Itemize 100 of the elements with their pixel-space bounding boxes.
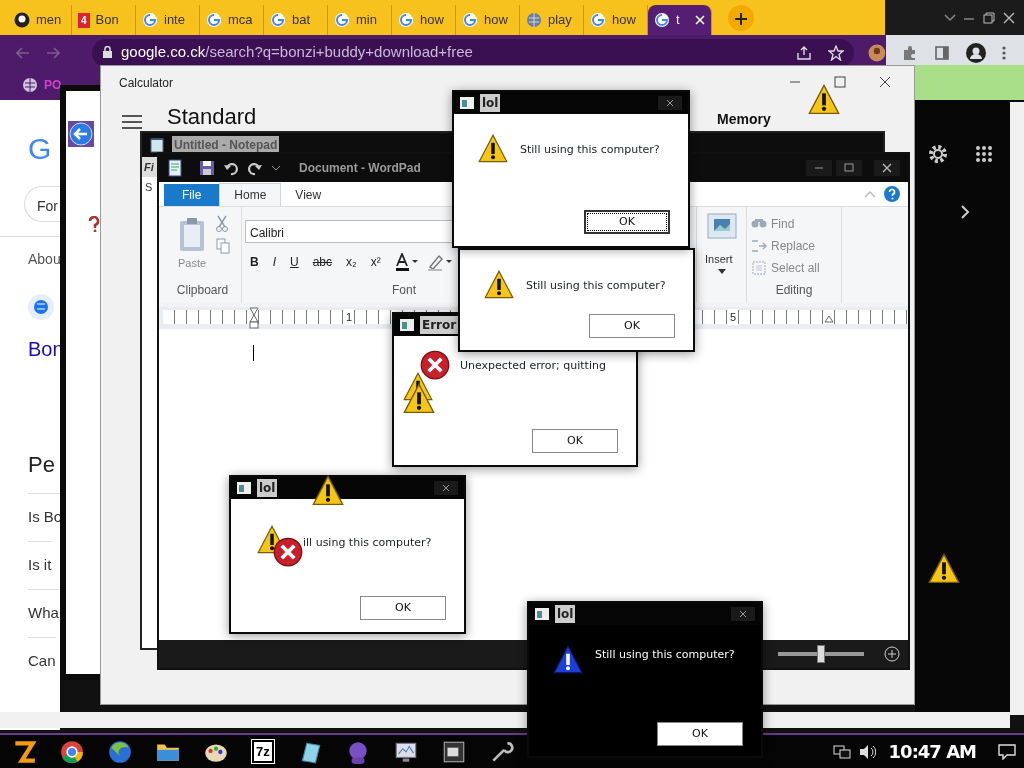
archiver-icon[interactable]: 7z <box>252 739 274 764</box>
warning-icon <box>808 84 840 116</box>
indent-marker-icon[interactable] <box>249 307 259 329</box>
close-icon[interactable] <box>658 96 682 110</box>
dialog-message: Still using this computer? <box>595 647 735 663</box>
warning-icon <box>403 383 435 415</box>
settings-icon[interactable] <box>927 143 949 165</box>
ribbon-tab[interactable]: View <box>281 184 336 206</box>
google-icon <box>334 12 350 28</box>
highlight-icon[interactable] <box>426 253 453 271</box>
menu-item[interactable]: Fi <box>142 161 154 173</box>
browser-tab[interactable]: t <box>648 5 712 35</box>
sidebar-icon[interactable] <box>934 44 951 61</box>
scrollbar[interactable] <box>1010 102 1024 715</box>
menu-icon[interactable] <box>1002 44 1007 61</box>
ok-button[interactable]: OK <box>589 314 675 338</box>
warning-icon <box>928 553 960 585</box>
help-icon[interactable] <box>88 216 100 232</box>
dialog-title: lol <box>480 94 501 112</box>
ruler-number: 1 <box>344 309 355 325</box>
help-icon[interactable] <box>884 186 900 202</box>
ok-button[interactable]: OK <box>584 210 670 234</box>
close-icon[interactable] <box>879 76 891 88</box>
warning-icon <box>484 270 514 300</box>
question-item[interactable]: Wha <box>28 589 59 637</box>
insert-button[interactable]: Insert <box>705 251 733 268</box>
slider-thumb[interactable] <box>817 645 825 663</box>
save-icon[interactable] <box>199 160 215 176</box>
mode-title: Standard <box>167 106 257 128</box>
clock-text: 10:47 AM <box>888 740 976 764</box>
globe-icon <box>22 77 38 93</box>
chrome-icon[interactable] <box>59 738 85 765</box>
undo-icon[interactable] <box>223 160 239 176</box>
format-button[interactable]: abc <box>308 253 337 271</box>
minimize-icon[interactable] <box>806 160 832 176</box>
ribbon-tab[interactable]: File <box>164 184 220 206</box>
restore-icon[interactable] <box>982 10 996 25</box>
picture-icon[interactable] <box>707 213 737 239</box>
question-item[interactable]: Is it <box>28 541 52 589</box>
cut-icon[interactable] <box>216 215 228 233</box>
star-icon[interactable] <box>828 44 845 61</box>
google-icon <box>206 12 222 28</box>
menu-icon[interactable] <box>122 115 142 129</box>
address-bar[interactable]: google.co.ck/search?q=bonzi+buddy+download+free <box>92 38 855 67</box>
caret-icon[interactable] <box>944 13 956 22</box>
github-icon <box>14 12 30 28</box>
ribbon-tab[interactable]: Home <box>219 183 282 206</box>
new-tab-button[interactable] <box>728 5 754 31</box>
dialog-message: Still using this computer? <box>520 142 660 158</box>
warning-icon <box>478 134 508 164</box>
browser-icon[interactable] <box>107 738 133 765</box>
paste-icon[interactable] <box>178 217 206 253</box>
ok-button[interactable]: OK <box>360 596 446 620</box>
google-icon <box>142 12 158 28</box>
ok-button[interactable]: OK <box>657 722 743 746</box>
about-link[interactable]: Abou <box>28 249 60 270</box>
window-title: Document - WordPad <box>299 160 421 177</box>
avatar-icon[interactable] <box>868 43 887 62</box>
share-icon[interactable] <box>796 44 813 61</box>
badge-icon: 4 <box>78 12 90 28</box>
google-icon <box>270 12 286 28</box>
text-cursor <box>253 345 254 361</box>
format-button[interactable]: B <box>246 253 263 271</box>
close-icon[interactable] <box>731 607 755 621</box>
dialog-message: Still using this computer? <box>526 278 666 294</box>
font-color-icon[interactable] <box>394 253 419 271</box>
caret-icon[interactable] <box>718 269 726 275</box>
dialog-title: lol <box>555 605 576 623</box>
indent-marker-icon[interactable] <box>824 315 834 323</box>
apps-icon[interactable] <box>975 145 993 163</box>
chevron-icon[interactable] <box>960 205 970 219</box>
url-text: google.co.ck/search?q=bonzi+buddy+download+free <box>121 42 473 63</box>
format-button[interactable]: x₂ <box>342 253 361 271</box>
document-icon <box>167 159 183 177</box>
redo-icon[interactable] <box>247 160 263 176</box>
maximize-icon[interactable] <box>836 160 862 176</box>
format-button[interactable]: U <box>286 253 303 271</box>
notification-icon[interactable] <box>998 743 1016 760</box>
maximize-icon[interactable] <box>834 76 846 88</box>
google-icon <box>590 12 606 28</box>
caret-icon[interactable] <box>271 164 281 172</box>
profile-icon[interactable] <box>966 42 987 63</box>
dialog-title: lol <box>257 479 278 497</box>
memory-label[interactable]: Memory <box>717 112 771 127</box>
close-icon[interactable] <box>434 481 458 495</box>
volume-icon[interactable] <box>858 743 877 760</box>
google-icon <box>654 12 670 28</box>
question-item[interactable]: Can <box>28 637 56 685</box>
dialog-title: Error <box>420 316 459 334</box>
format-button[interactable]: I <box>268 253 280 271</box>
format-button[interactable]: x² <box>366 253 385 271</box>
ok-button[interactable]: OK <box>532 429 618 453</box>
warning-icon <box>553 645 583 675</box>
close-icon[interactable] <box>1002 10 1016 25</box>
close-icon[interactable] <box>874 160 900 176</box>
zoom-in-icon[interactable] <box>884 646 900 662</box>
dialog-message: Unexpected error; quitting <box>460 358 606 374</box>
group-label: Editing <box>774 282 814 299</box>
network-icon[interactable] <box>832 743 851 760</box>
text-line: S <box>145 180 153 195</box>
